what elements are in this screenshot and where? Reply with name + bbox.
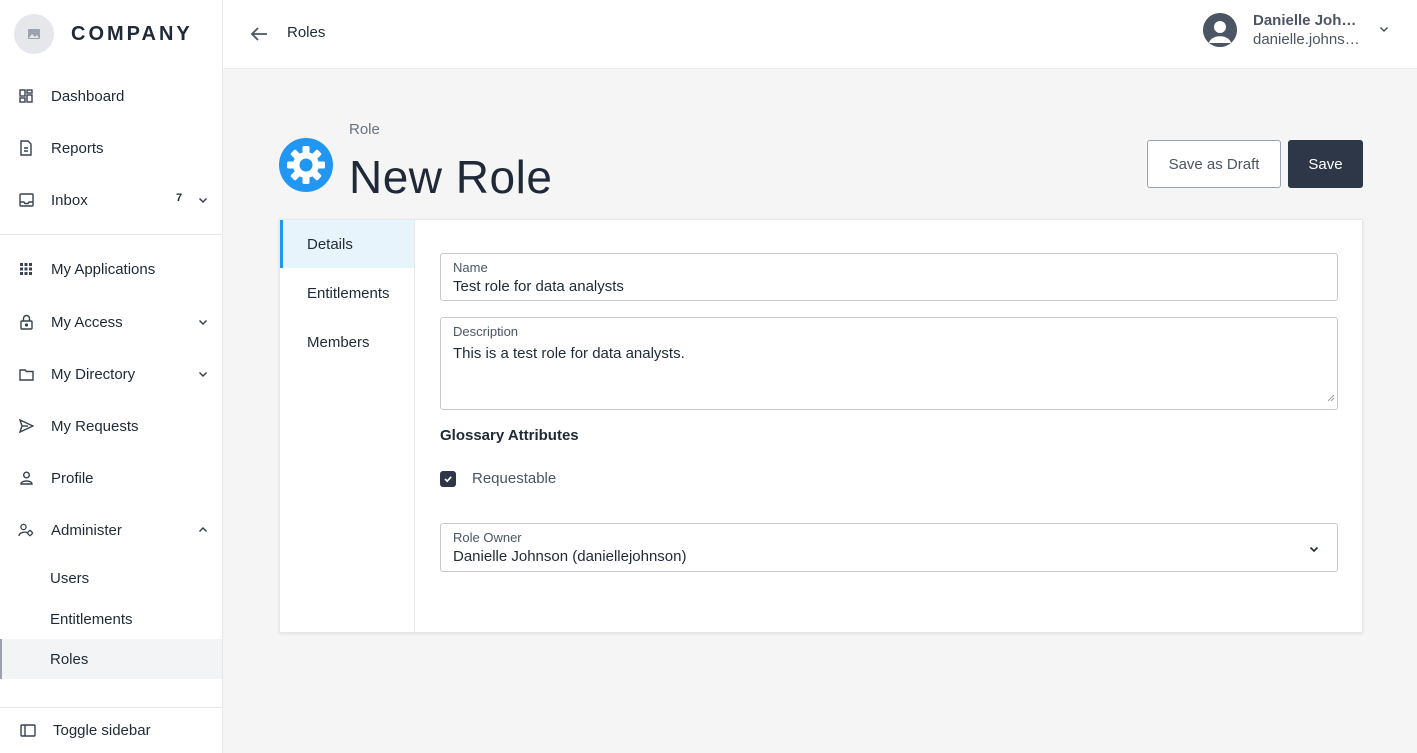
- role-owner-label: Role Owner: [453, 530, 522, 545]
- chevron-down-icon: [1379, 21, 1389, 39]
- brand[interactable]: COMPANY: [14, 14, 193, 54]
- avatar: [1203, 13, 1237, 47]
- dashboard-icon: [18, 88, 34, 104]
- sidebar-item-my-requests[interactable]: My Requests: [0, 400, 222, 452]
- sidebar-item-administer[interactable]: Administer: [0, 504, 222, 556]
- sidebar-item-label: Inbox: [51, 191, 88, 209]
- tab-details[interactable]: Details: [280, 220, 414, 268]
- name-label: Name: [453, 260, 488, 275]
- sidebar-item-label: My Applications: [51, 260, 156, 278]
- chevron-down-icon: [1309, 541, 1319, 559]
- inbox-icon: [18, 192, 34, 208]
- role-owner-select[interactable]: Role Owner Danielle Johnson (daniellejoh…: [440, 523, 1338, 572]
- breadcrumb: Roles: [287, 24, 326, 41]
- sidebar-item-reports[interactable]: Reports: [0, 122, 222, 174]
- name-field[interactable]: Name Test role for data analysts: [440, 253, 1338, 301]
- section-title: Glossary Attributes: [440, 427, 579, 444]
- brand-name: COMPANY: [71, 22, 193, 45]
- chevron-up-icon[interactable]: [198, 522, 208, 539]
- send-icon: [18, 418, 34, 434]
- chevron-down-icon[interactable]: [198, 366, 208, 383]
- sidebar-item-label: Administer: [51, 521, 122, 539]
- page-eyebrow: Role: [349, 121, 380, 138]
- sidebar-item-dashboard[interactable]: Dashboard: [0, 70, 222, 122]
- apps-grid-icon: [18, 261, 34, 277]
- sidebar-divider: [0, 234, 222, 235]
- toggle-sidebar-button[interactable]: Toggle sidebar: [0, 707, 222, 753]
- sidebar-item-profile[interactable]: Profile: [0, 452, 222, 504]
- description-value: This is a test role for data analysts.: [453, 345, 685, 362]
- requestable-checkbox[interactable]: [440, 470, 456, 487]
- details-form: Name Test role for data analysts Descrip…: [415, 220, 1362, 632]
- role-owner-value: Danielle Johnson (daniellejohnson): [453, 548, 687, 565]
- sidebar: COMPANY Dashboard Reports Inbox 7 My App…: [0, 0, 223, 753]
- name-value: Test role for data analysts: [453, 278, 624, 295]
- role-form-card: Details Entitlements Members Name Test r…: [279, 219, 1363, 633]
- sidebar-subitem-users[interactable]: Users: [0, 558, 222, 598]
- resize-handle-icon[interactable]: [1327, 389, 1335, 407]
- save-as-draft-button[interactable]: Save as Draft: [1147, 140, 1281, 188]
- back-arrow-icon[interactable]: [247, 22, 271, 46]
- user-settings-icon: [18, 522, 34, 538]
- tab-label: Details: [307, 235, 353, 253]
- sidebar-item-label: Reports: [51, 139, 104, 157]
- user-menu[interactable]: Danielle Johnson danielle.johnson@exampl…: [1203, 12, 1389, 48]
- chevron-down-icon[interactable]: [198, 314, 208, 331]
- inbox-count-badge: 7: [175, 192, 183, 204]
- gear-icon: [279, 138, 333, 192]
- user-name: Danielle Johnson: [1253, 12, 1365, 29]
- save-button[interactable]: Save: [1288, 140, 1363, 188]
- sidebar-item-label: My Access: [51, 313, 123, 331]
- sidebar-item-label: My Requests: [51, 417, 139, 435]
- tab-list: Details Entitlements Members: [280, 220, 415, 632]
- sidebar-item-label: Dashboard: [51, 87, 125, 105]
- lock-icon: [18, 314, 34, 330]
- image-placeholder-icon: [14, 14, 54, 54]
- sidebar-toggle-icon: [20, 722, 36, 738]
- requestable-checkbox-row[interactable]: Requestable: [440, 470, 556, 487]
- tab-label: Members: [307, 333, 370, 351]
- folder-icon: [18, 366, 34, 382]
- top-bar: Roles Danielle Johnson danielle.johnson@…: [223, 0, 1417, 69]
- user-email: danielle.johnson@example.com: [1253, 31, 1365, 48]
- tab-members[interactable]: Members: [280, 318, 414, 366]
- sidebar-subitem-entitlements[interactable]: Entitlements: [0, 599, 222, 639]
- requestable-label: Requestable: [472, 470, 557, 487]
- user-icon: [18, 470, 34, 486]
- tab-entitlements[interactable]: Entitlements: [280, 269, 414, 317]
- sidebar-subitem-roles[interactable]: Roles: [0, 639, 222, 679]
- sidebar-subitem-label: Entitlements: [50, 610, 133, 628]
- sidebar-item-inbox[interactable]: Inbox 7: [0, 174, 222, 226]
- chevron-down-icon[interactable]: [198, 192, 208, 209]
- sidebar-item-my-access[interactable]: My Access: [0, 296, 222, 348]
- sidebar-item-label: My Directory: [51, 365, 136, 383]
- sidebar-item-my-directory[interactable]: My Directory: [0, 348, 222, 400]
- description-field[interactable]: Description This is a test role for data…: [440, 317, 1338, 410]
- tab-label: Entitlements: [307, 284, 390, 302]
- description-label: Description: [453, 324, 519, 339]
- page-title: New Role: [349, 151, 553, 203]
- sidebar-subitem-label: Roles: [50, 650, 89, 668]
- sidebar-subitem-label: Users: [50, 569, 90, 587]
- toggle-sidebar-label: Toggle sidebar: [53, 721, 151, 739]
- sidebar-item-my-applications[interactable]: My Applications: [0, 243, 222, 295]
- document-icon: [18, 140, 34, 156]
- sidebar-item-label: Profile: [51, 469, 94, 487]
